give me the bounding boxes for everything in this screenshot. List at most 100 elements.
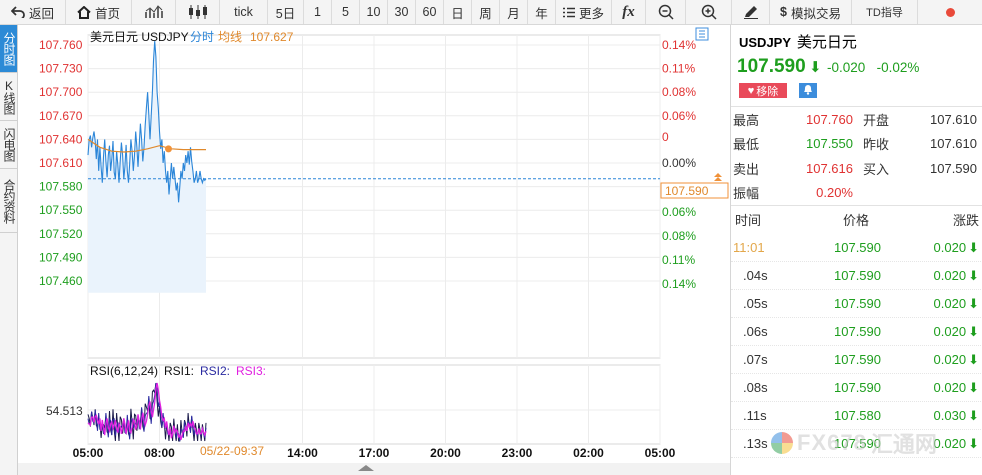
day-button[interactable]: 日 [444,0,472,24]
tab-contract-info[interactable]: 合约资料 [0,169,17,233]
tick-row: 11:01 107.590 0.020 ⬇ [731,234,982,262]
x-tick-label: 17:00 [359,446,390,460]
line-chart-button[interactable] [132,0,176,24]
draw-button[interactable] [732,0,770,24]
bell-icon [803,84,813,98]
tick-time: .05s [743,296,768,311]
tab-flash[interactable]: 闪电图 [0,121,17,169]
tab-intraday[interactable]: 分时图 [0,25,17,73]
avg-line-marker [165,145,172,153]
quote-key: 昨收 [863,137,890,153]
five-day-button[interactable]: 5日 [268,0,304,24]
remove-watch-button[interactable]: ♥ 移除 [739,83,787,98]
close-button[interactable] [918,0,982,24]
day-label: 日 [451,6,464,21]
formula-button[interactable]: fx [612,0,646,24]
tick-price: 107.590 [834,240,881,255]
td-label: TD指导 [866,7,903,19]
down-arrow-icon: ⬇ [968,267,979,283]
y-tick-label: 107.730 [39,62,83,76]
y-tick-label: 107.520 [39,227,83,241]
tick-price: 107.590 [834,324,881,339]
year-button[interactable]: 年 [528,0,556,24]
quote-value: 0.20% [816,185,853,201]
down-arrow-icon: ⬇ [968,323,979,339]
heart-icon: ♥ [747,84,755,97]
down-arrow-icon: ⬇ [968,295,979,311]
td-guide-button[interactable]: TD指导 [852,0,918,24]
tick-change-cell: 0.020 ⬇ [881,240,982,256]
more-button[interactable]: 更多 [556,0,612,24]
tick-time: .11s [743,408,767,423]
rsi2-label: RSI2: [200,364,230,378]
avg-value: 107.627 [250,30,294,44]
undo-arrow-icon [10,6,25,18]
watermark-text: FX678 [797,430,867,455]
period-label: 5 [342,5,349,19]
tick-change: 0.030 [933,408,967,423]
simulate-label: 模拟交易 [790,6,841,21]
chart-settings-icon[interactable] [695,27,709,41]
tick-change: 0.020 [933,268,967,283]
year-label: 年 [535,6,548,21]
candlestick-button[interactable] [176,0,220,24]
y-tick-label: 107.610 [39,156,83,170]
month-button[interactable]: 月 [500,0,528,24]
tick-change: 0.020 [933,352,967,367]
close-icon [945,7,955,17]
percent-tick-label: 0.06% [662,109,696,123]
chart-scrollbar[interactable] [18,463,730,475]
zoom-out-button[interactable] [646,0,686,24]
watermark-cn: 汇通网 [870,432,937,457]
dollar-icon: $ [780,5,787,19]
period-1-button[interactable]: 1 [304,0,332,24]
price-change: -0.020 [826,60,866,75]
price-chart[interactable]: 107.760 107.730 107.700 107.670 107.640 107.6… [18,25,730,475]
quote-key: 振幅 [733,186,760,202]
zoom-in-button[interactable] [686,0,732,24]
zoom-in-icon [701,4,717,20]
tab-kline[interactable]: K线图 [0,73,17,121]
rsi3-label: RSI3: [236,364,266,378]
x-tick-label: 05:00 [73,446,104,460]
quote-value: 107.610 [930,111,977,127]
rsi-label: RSI(6,12,24) [90,364,158,378]
period-30-button[interactable]: 30 [388,0,416,24]
period-5-button[interactable]: 5 [332,0,360,24]
fx-label: fx [622,3,635,20]
tick-change: 0.020 [933,240,967,255]
y-tick-label: 107.670 [39,109,83,123]
quote-value: 107.590 [930,160,977,176]
simulate-trade-button[interactable]: $ 模拟交易 [770,0,852,24]
home-button[interactable]: 首页 [66,0,132,24]
percent-axis-labels: 0.14% 0.11% 0.08% 0.06% 0 0.00% 0.06% 0.08% 0.11… [662,38,696,291]
week-button[interactable]: 周 [472,0,500,24]
symbol-code: USDJPY [739,35,792,50]
tick-time: 11:01 [733,240,765,255]
x-tick-label: 08:00 [144,446,175,460]
ticks-header-price: 价格 [842,213,869,228]
month-label: 月 [507,6,520,21]
period-10-button[interactable]: 10 [360,0,388,24]
tick-label: tick [234,5,253,19]
toolbar: 返回 首页 tick 5日 1 5 10 30 60 日 周 月 年 更多 fx [0,0,982,25]
tick-change-cell: 0.020 ⬇ [881,324,982,340]
x-tick-label: 02:00 [573,446,604,460]
period-60-button[interactable]: 60 [416,0,444,24]
alert-button[interactable] [799,83,817,98]
tick-button[interactable]: tick [220,0,268,24]
scroll-up-icon[interactable] [714,173,722,181]
quote-key: 最低 [733,137,760,153]
current-price-tag: 107.590 [660,173,729,199]
quote-row: 最高 107.760 开盘 107.610 [731,107,982,132]
tick-price: 107.590 [834,268,881,283]
pencil-icon [743,5,759,19]
ticks-header: 时间 价格 涨跌 [731,205,982,233]
period-label: 30 [394,5,409,19]
back-button[interactable]: 返回 [0,0,66,24]
current-price-value: 107.590 [665,184,709,198]
down-arrow-icon: ⬇ [968,239,979,255]
ticks-header-time: 时间 [735,213,762,228]
tick-change: 0.020 [933,324,967,339]
y-tick-label: 107.580 [39,180,83,194]
